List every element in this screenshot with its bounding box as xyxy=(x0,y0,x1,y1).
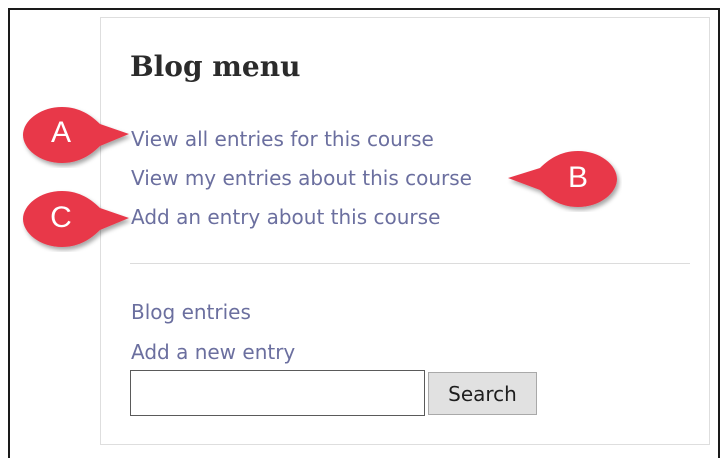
add-entry-link[interactable]: Add an entry about this course xyxy=(131,204,440,230)
search-input[interactable] xyxy=(130,370,425,416)
search-button[interactable]: Search xyxy=(428,372,537,415)
block-title: Blog menu xyxy=(130,50,301,83)
divider xyxy=(130,263,690,264)
add-new-entry-link[interactable]: Add a new entry xyxy=(131,339,295,365)
blog-entries-link[interactable]: Blog entries xyxy=(131,299,251,325)
view-my-entries-link[interactable]: View my entries about this course xyxy=(131,165,472,191)
view-all-entries-link[interactable]: View all entries for this course xyxy=(131,126,434,152)
